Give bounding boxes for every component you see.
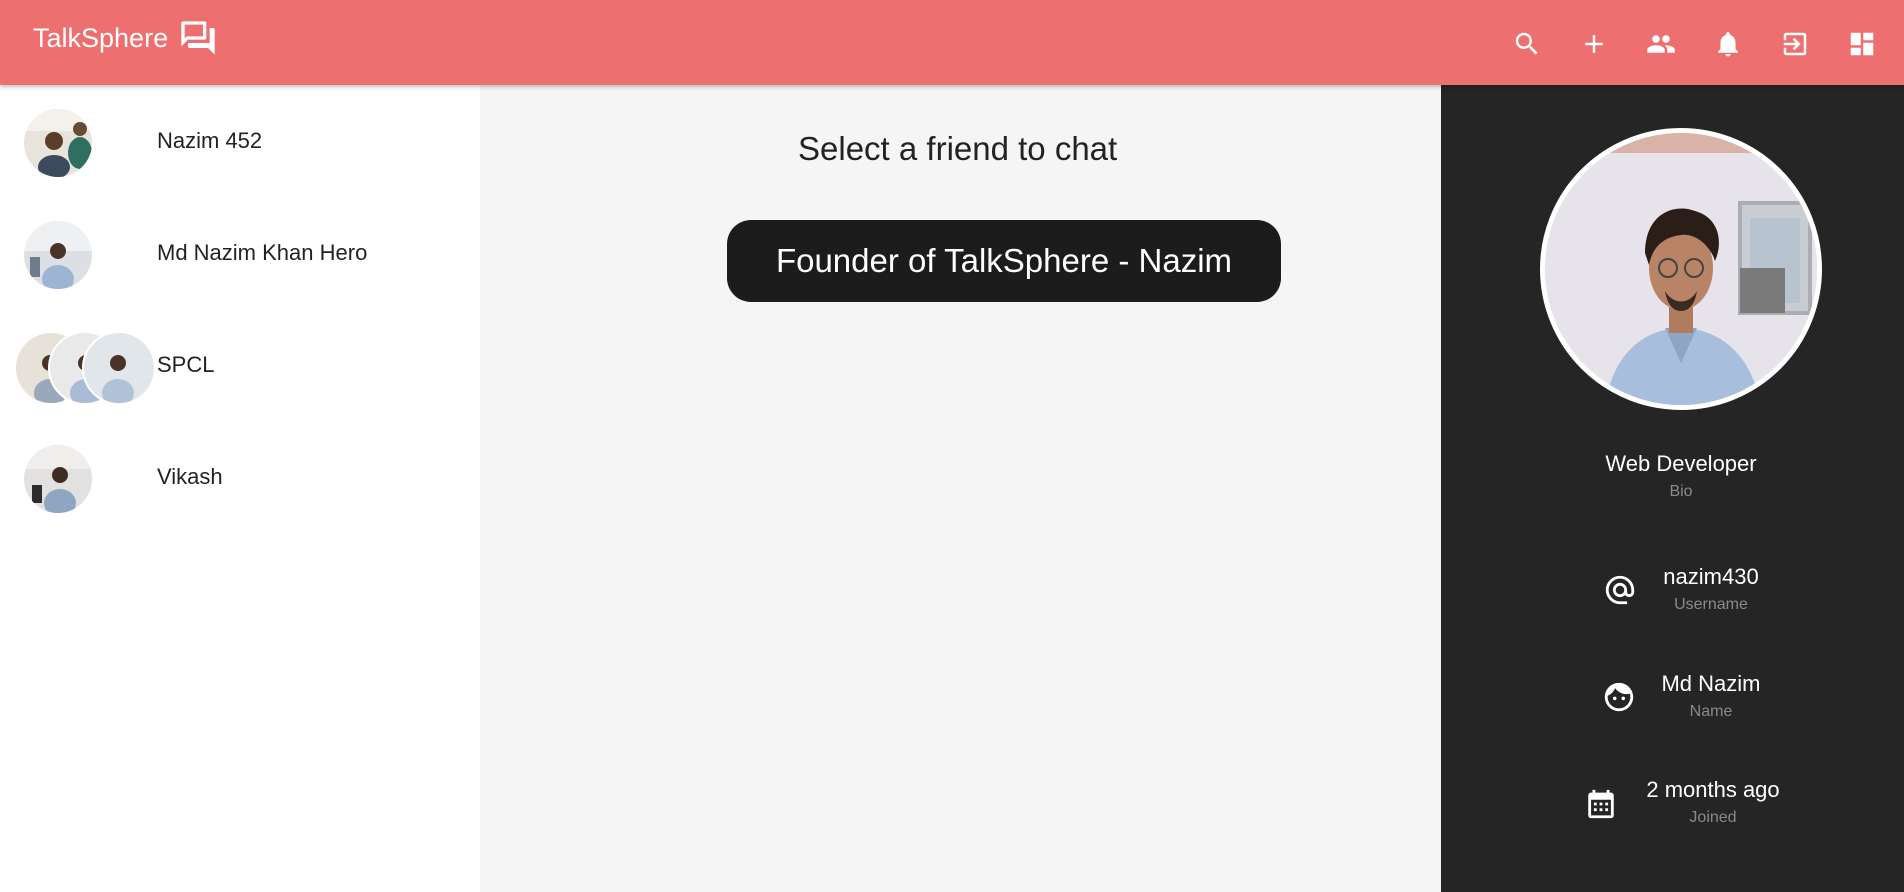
friend-name: Md Nazim Khan Hero — [157, 240, 368, 265]
username-section: nazim430 Username — [1641, 563, 1781, 616]
avatar — [24, 445, 92, 513]
logout-icon[interactable] — [1773, 22, 1817, 66]
app-bar: TalkSphere — [0, 0, 1904, 85]
app-title: TalkSphere — [33, 23, 169, 53]
joined-label: Joined — [1689, 809, 1737, 826]
friend-name: Vikash — [157, 464, 223, 489]
chat-bubbles-icon — [178, 18, 218, 58]
joined-section: 2 months ago Joined — [1623, 776, 1803, 829]
name-value: Md Nazim — [1661, 671, 1761, 696]
name-section: Md Nazim Name — [1641, 670, 1781, 723]
select-friend-prompt: Select a friend to chat — [798, 130, 1118, 167]
name-label: Name — [1689, 703, 1733, 720]
founder-banner: Founder of TalkSphere - Nazim — [727, 220, 1281, 302]
dashboard-icon[interactable] — [1840, 22, 1884, 66]
chat-area: Select a friend to chat Founder of TalkS… — [480, 85, 1441, 892]
friend-item[interactable]: Md Nazim Khan Hero — [0, 197, 480, 309]
bio-section: Web Developer Bio — [1540, 450, 1822, 503]
face-icon — [1602, 680, 1636, 714]
group-avatar — [14, 331, 156, 405]
avatar — [82, 331, 156, 405]
joined-value: 2 months ago — [1646, 777, 1780, 802]
at-sign-icon — [1603, 573, 1637, 607]
profile-panel: Web Developer Bio nazim430 Username Md N… — [1441, 85, 1904, 892]
friend-item[interactable]: SPCL — [0, 309, 480, 421]
bio-label: Bio — [1669, 483, 1693, 500]
avatar — [24, 109, 92, 177]
friend-name: SPCL — [157, 352, 215, 377]
search-icon[interactable] — [1505, 22, 1549, 66]
avatar — [24, 221, 92, 289]
friends-sidebar: Nazim 452 Md Nazim Khan Hero SPCL Vikash — [0, 85, 480, 892]
calendar-icon — [1584, 787, 1618, 821]
username-label: Username — [1674, 596, 1748, 613]
username-value: nazim430 — [1663, 564, 1759, 589]
add-icon[interactable] — [1572, 22, 1616, 66]
brand[interactable]: TalkSphere — [33, 18, 218, 58]
friend-name: Nazim 452 — [157, 128, 263, 153]
header-actions — [1482, 22, 1884, 66]
friend-item[interactable]: Vikash — [0, 421, 480, 533]
bio-value: Web Developer — [1605, 451, 1757, 476]
profile-photo[interactable] — [1540, 128, 1822, 410]
bell-icon[interactable] — [1706, 22, 1750, 66]
friend-item[interactable]: Nazim 452 — [0, 85, 480, 197]
people-icon[interactable] — [1639, 22, 1683, 66]
